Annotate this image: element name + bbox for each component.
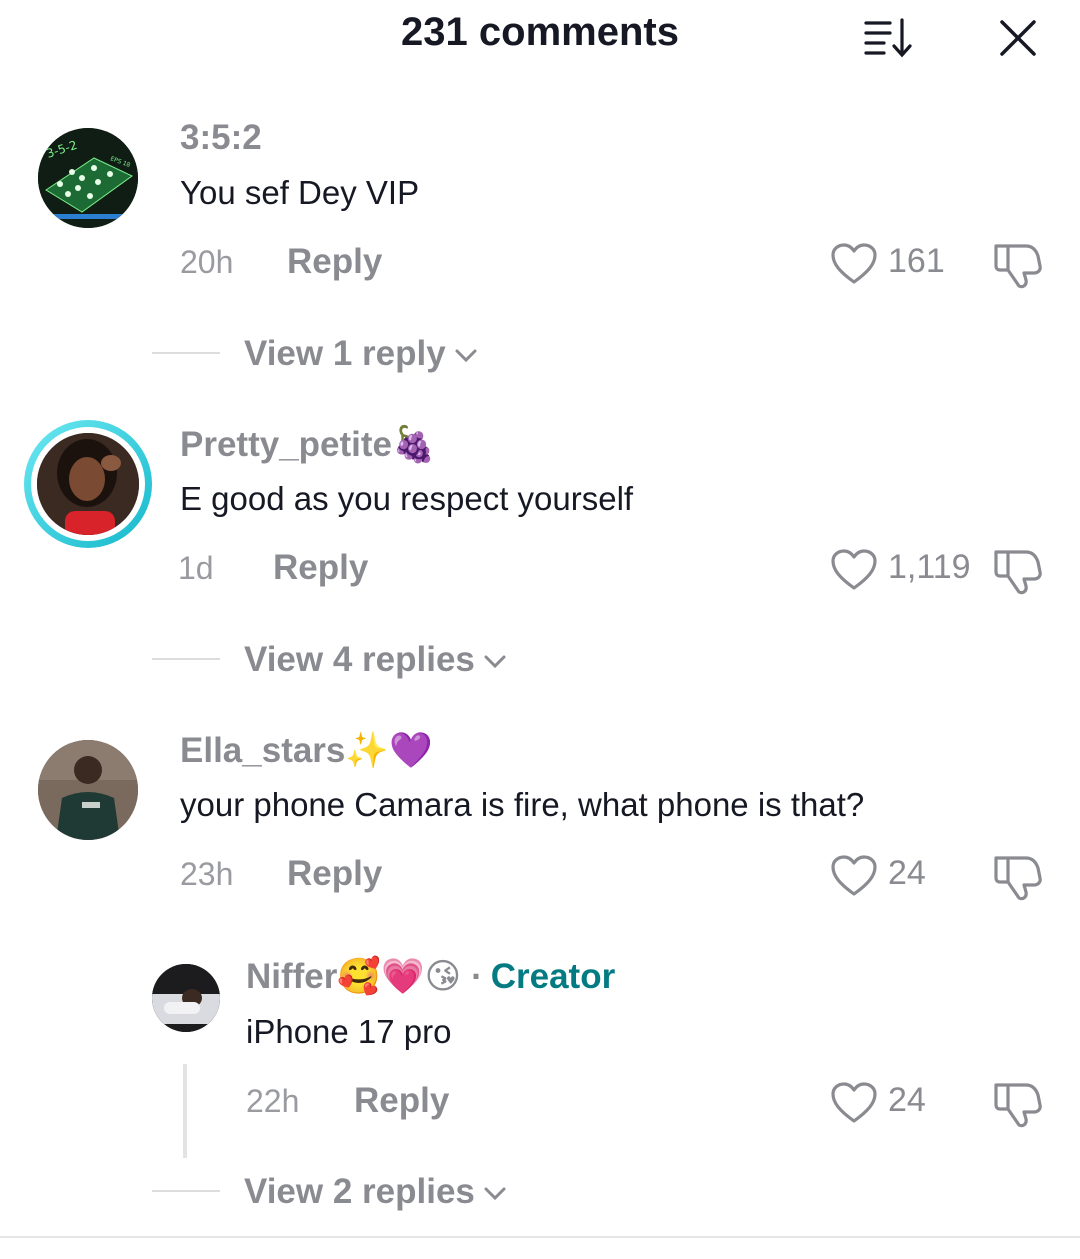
replies-divider bbox=[152, 352, 220, 354]
username-emoji: 🍇 bbox=[392, 425, 436, 465]
heart-icon bbox=[831, 243, 877, 284]
reply-button[interactable]: Reply bbox=[273, 548, 368, 588]
close-button[interactable] bbox=[996, 16, 1040, 60]
view-replies-label: View 2 replies bbox=[244, 1172, 475, 1211]
like-button[interactable]: 1,119 bbox=[830, 548, 971, 592]
comment-text: You sef Dey VIP bbox=[180, 174, 420, 211]
comment-username[interactable]: Ella_stars✨💜 bbox=[180, 730, 433, 771]
like-button[interactable]: 161 bbox=[830, 242, 950, 286]
dislike-button[interactable] bbox=[992, 1079, 1044, 1129]
comment-timestamp: 23h bbox=[180, 856, 234, 892]
avatar[interactable]: 3-5-2 EPS 18 bbox=[38, 128, 138, 228]
dislike-icon bbox=[994, 1083, 1042, 1128]
comment-text: E good as you respect yourself bbox=[180, 480, 634, 517]
heart-icon bbox=[831, 549, 877, 590]
reply-text: iPhone 17 pro bbox=[246, 1013, 452, 1050]
badge-separator: · bbox=[471, 957, 483, 996]
close-icon bbox=[1000, 20, 1036, 56]
replies-divider bbox=[152, 658, 220, 660]
dislike-button[interactable] bbox=[992, 240, 1044, 290]
comment-timestamp: 1d bbox=[178, 550, 214, 586]
username-emoji: 🥰💗😘 bbox=[337, 957, 462, 997]
dislike-icon bbox=[994, 550, 1042, 595]
avatar-with-story-ring[interactable] bbox=[24, 420, 152, 548]
heart-icon bbox=[831, 855, 877, 896]
reply-button[interactable]: Reply bbox=[287, 854, 382, 894]
profile-photo bbox=[37, 433, 139, 535]
like-button[interactable]: 24 bbox=[830, 854, 950, 898]
profile-photo bbox=[152, 964, 220, 1032]
dislike-icon bbox=[994, 244, 1042, 289]
view-replies-button[interactable]: View 4 replies bbox=[244, 640, 507, 680]
formation-avatar-image: 3-5-2 EPS 18 bbox=[38, 128, 138, 228]
chevron-down-icon bbox=[455, 349, 477, 362]
username-text: Ella_stars bbox=[180, 731, 346, 770]
view-replies-button[interactable]: View 1 reply bbox=[244, 334, 478, 374]
bottom-divider bbox=[0, 1236, 1080, 1238]
comment-username[interactable]: 3:5:2 bbox=[180, 118, 262, 158]
username-text: Pretty_petite bbox=[180, 425, 393, 464]
like-count: 24 bbox=[888, 1081, 926, 1119]
comments-header: 231 comments bbox=[0, 0, 1080, 80]
comment-timestamp: 20h bbox=[180, 244, 234, 280]
like-count: 24 bbox=[888, 854, 926, 892]
username-emoji: ✨💜 bbox=[345, 731, 433, 771]
avatar[interactable] bbox=[38, 740, 138, 840]
profile-photo bbox=[38, 740, 138, 840]
replies-divider bbox=[152, 1190, 220, 1192]
reply-button[interactable]: Reply bbox=[287, 242, 382, 282]
comment-username[interactable]: Pretty_petite🍇 bbox=[180, 424, 436, 465]
sort-button[interactable] bbox=[860, 14, 916, 62]
creator-badge: Creator bbox=[490, 957, 616, 996]
like-count: 1,119 bbox=[888, 548, 971, 586]
username-text: 3:5:2 bbox=[180, 118, 262, 157]
username-text: Niffer bbox=[246, 957, 338, 996]
dislike-button[interactable] bbox=[992, 546, 1044, 596]
view-replies-label: View 4 replies bbox=[244, 640, 475, 679]
like-button[interactable]: 24 bbox=[830, 1081, 950, 1125]
chevron-down-icon bbox=[484, 655, 506, 668]
reply-username[interactable]: Niffer🥰💗😘 · Creator bbox=[246, 956, 615, 997]
avatar[interactable] bbox=[152, 964, 220, 1032]
reply-timestamp: 22h bbox=[246, 1083, 300, 1119]
sort-icon bbox=[864, 18, 912, 58]
heart-icon bbox=[831, 1082, 877, 1123]
view-replies-button[interactable]: View 2 replies bbox=[244, 1172, 507, 1212]
thread-line bbox=[183, 1064, 187, 1158]
dislike-icon bbox=[994, 856, 1042, 901]
like-count: 161 bbox=[888, 242, 945, 280]
view-replies-label: View 1 reply bbox=[244, 334, 446, 373]
dislike-button[interactable] bbox=[992, 852, 1044, 902]
reply-button[interactable]: Reply bbox=[354, 1081, 449, 1121]
comments-title: 231 comments bbox=[401, 10, 679, 54]
chevron-down-icon bbox=[484, 1187, 506, 1200]
comment-text: your phone Camara is fire, what phone is… bbox=[180, 786, 865, 823]
